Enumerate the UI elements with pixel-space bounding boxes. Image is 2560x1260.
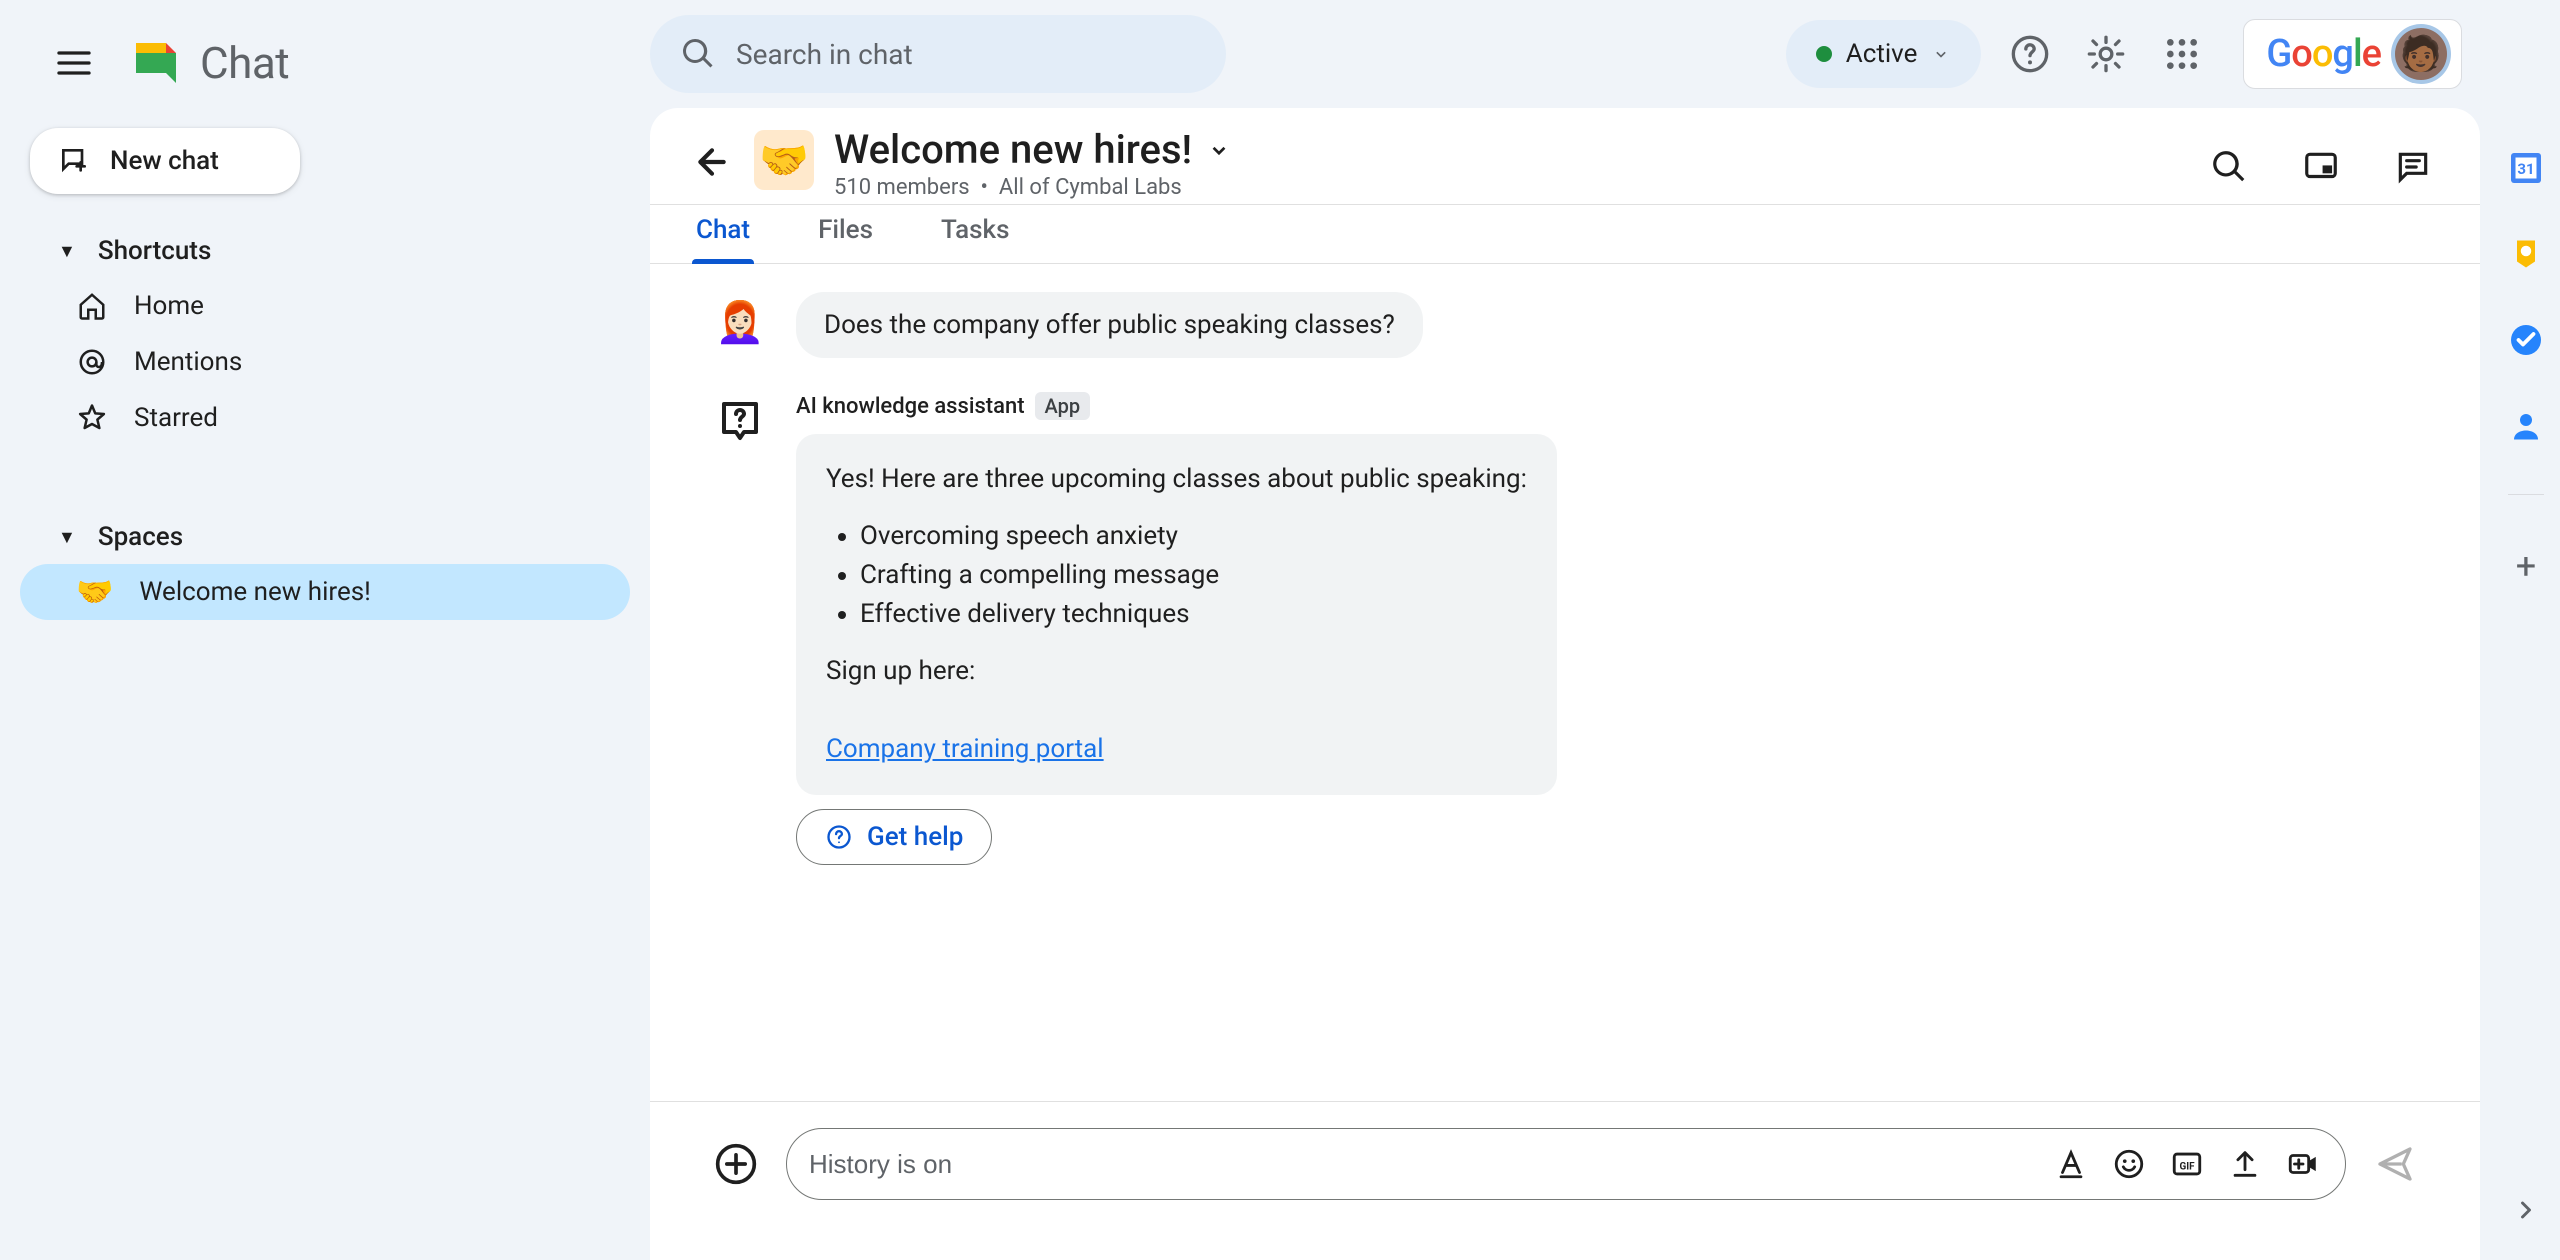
at-icon <box>76 346 108 378</box>
account-switcher[interactable]: Google 🧑🏾 <box>2243 19 2462 89</box>
message-row: 👩🏻‍🦰 Does the company offer public speak… <box>710 292 2420 358</box>
caret-down-icon: ▼ <box>58 241 76 262</box>
gear-icon <box>2086 34 2126 74</box>
star-icon <box>76 402 108 434</box>
space-subtitle: 510 members • All of Cymbal Labs <box>834 175 2182 200</box>
chat-icon <box>2394 148 2432 186</box>
upload-icon <box>2228 1147 2262 1181</box>
thread-button[interactable] <box>2386 140 2440 194</box>
tab-chat[interactable]: Chat <box>692 199 754 263</box>
side-panel: 31 + <box>2492 0 2560 1260</box>
upload-button[interactable] <box>2225 1144 2265 1184</box>
emoji-button[interactable] <box>2109 1144 2149 1184</box>
google-logo: Google <box>2266 32 2381 76</box>
app-name: Chat <box>200 37 289 89</box>
send-icon <box>2375 1144 2415 1184</box>
main-menu-button[interactable] <box>48 37 100 89</box>
help-button[interactable] <box>2003 27 2057 81</box>
settings-button[interactable] <box>2079 27 2133 81</box>
help-icon <box>825 823 853 851</box>
svg-text:GIF: GIF <box>2179 1162 2195 1173</box>
add-attachment-button[interactable] <box>710 1138 762 1190</box>
collapse-panel-button[interactable] <box>2512 1196 2540 1230</box>
back-button[interactable] <box>690 140 734 184</box>
message-input[interactable] <box>809 1149 2033 1180</box>
training-portal-link[interactable]: Company training portal <box>826 734 1104 764</box>
chat-logo: Chat <box>126 33 289 93</box>
gif-button[interactable]: GIF <box>2167 1144 2207 1184</box>
plus-circle-icon <box>714 1142 758 1186</box>
message-row: AI knowledge assistant App Yes! Here are… <box>710 392 2420 865</box>
avatar: 🧑🏾 <box>2395 28 2447 80</box>
search-in-space-button[interactable] <box>2202 140 2256 194</box>
tab-tasks[interactable]: Tasks <box>937 199 1014 263</box>
chevron-down-icon <box>1931 44 1951 64</box>
video-icon <box>2286 1147 2320 1181</box>
add-side-app-button[interactable]: + <box>2516 545 2536 587</box>
message-composer[interactable]: GIF <box>786 1128 2346 1200</box>
message-bubble: Does the company offer public speaking c… <box>796 292 1423 358</box>
bot-avatar <box>710 392 770 452</box>
apps-grid-icon <box>2162 34 2202 74</box>
emoji-icon <box>2112 1147 2146 1181</box>
svg-text:31: 31 <box>2517 160 2534 178</box>
space-title-button[interactable]: Welcome new hires! <box>834 126 2182 173</box>
send-button[interactable] <box>2370 1139 2420 1189</box>
search-placeholder: Search in chat <box>736 38 913 71</box>
help-icon <box>2010 34 2050 74</box>
status-dot-icon <box>1816 46 1832 62</box>
present-icon <box>2302 148 2340 186</box>
space-icon: 🤝 <box>754 130 814 190</box>
calendar-app-button[interactable]: 31 <box>2508 150 2544 186</box>
handshake-icon: 🤝 <box>76 575 113 610</box>
shortcuts-heading[interactable]: ▼ Shortcuts <box>20 224 630 278</box>
chevron-down-icon <box>1206 137 1232 163</box>
contacts-app-button[interactable] <box>2508 408 2544 444</box>
search-icon <box>2210 148 2248 186</box>
nav-mentions[interactable]: Mentions <box>20 334 630 390</box>
bot-message-bubble: Yes! Here are three upcoming classes abo… <box>796 434 1557 795</box>
status-selector[interactable]: Active <box>1786 20 1982 88</box>
get-help-button[interactable]: Get help <box>796 809 992 865</box>
nav-starred[interactable]: Starred <box>20 390 630 446</box>
nav-home[interactable]: Home <box>20 278 630 334</box>
tab-files[interactable]: Files <box>814 199 877 263</box>
format-button[interactable] <box>2051 1144 2091 1184</box>
new-chat-icon <box>58 145 90 177</box>
user-avatar: 👩🏻‍🦰 <box>710 292 770 352</box>
space-item-welcome[interactable]: 🤝 Welcome new hires! <box>20 564 630 620</box>
arrow-left-icon <box>692 142 732 182</box>
present-button[interactable] <box>2294 140 2348 194</box>
caret-down-icon: ▼ <box>58 527 76 548</box>
text-format-icon <box>2054 1147 2088 1181</box>
tasks-app-button[interactable] <box>2508 322 2544 358</box>
gif-icon: GIF <box>2170 1147 2204 1181</box>
search-icon <box>680 36 716 72</box>
home-icon <box>76 290 108 322</box>
apps-button[interactable] <box>2155 27 2209 81</box>
keep-app-button[interactable] <box>2508 236 2544 272</box>
app-badge: App <box>1035 392 1091 420</box>
new-chat-button[interactable]: New chat <box>30 128 300 194</box>
bot-name-label: AI knowledge assistant App <box>796 392 1557 420</box>
new-chat-label: New chat <box>110 146 219 176</box>
spaces-heading[interactable]: ▼ Spaces <box>20 510 630 564</box>
video-button[interactable] <box>2283 1144 2323 1184</box>
space-title: Welcome new hires! <box>834 126 1192 173</box>
search-input[interactable]: Search in chat <box>650 15 1226 93</box>
